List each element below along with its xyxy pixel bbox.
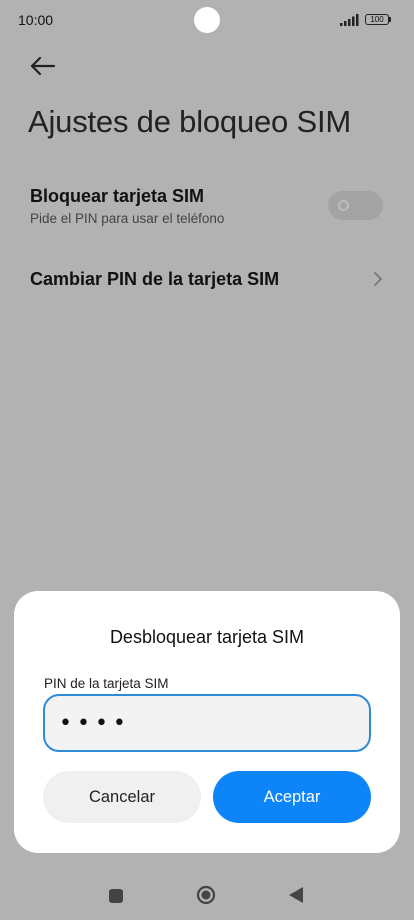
status-bar: 10:00 100 [0, 0, 414, 40]
signal-icon [340, 14, 359, 26]
circle-home-icon[interactable] [196, 885, 216, 905]
dialog-title: Desbloquear tarjeta SIM [109, 627, 305, 647]
battery-tip [389, 17, 391, 22]
unlock-sim-dialog: Desbloquear tarjeta SIM PIN de la tarjet… [14, 591, 400, 853]
toggle-knob [338, 200, 349, 211]
square-icon[interactable] [109, 889, 123, 903]
lock-sim-subtitle: Pide el PIN para usar el teléfono [30, 211, 225, 226]
page-title: Ajustes de bloqueo SIM [28, 104, 352, 139]
pin-field-label: PIN de la tarjeta SIM [44, 676, 169, 691]
camera-cutout [194, 7, 220, 33]
accept-button[interactable]: Aceptar [213, 771, 371, 823]
navigation-bar [0, 870, 414, 920]
arrow-left-icon[interactable] [28, 52, 58, 80]
lock-sim-toggle[interactable] [328, 191, 383, 220]
change-pin-title: Cambiar PIN de la tarjeta SIM [30, 269, 280, 289]
cancel-button[interactable]: Cancelar [43, 771, 201, 823]
chevron-right-icon [374, 272, 382, 286]
battery-icon: 100 [365, 14, 389, 25]
pin-input[interactable] [43, 694, 371, 752]
battery-level: 100 [370, 15, 384, 24]
status-time: 10:00 [18, 12, 54, 28]
triangle-back-icon[interactable] [288, 886, 304, 904]
lock-sim-title: Bloquear tarjeta SIM [30, 186, 205, 206]
